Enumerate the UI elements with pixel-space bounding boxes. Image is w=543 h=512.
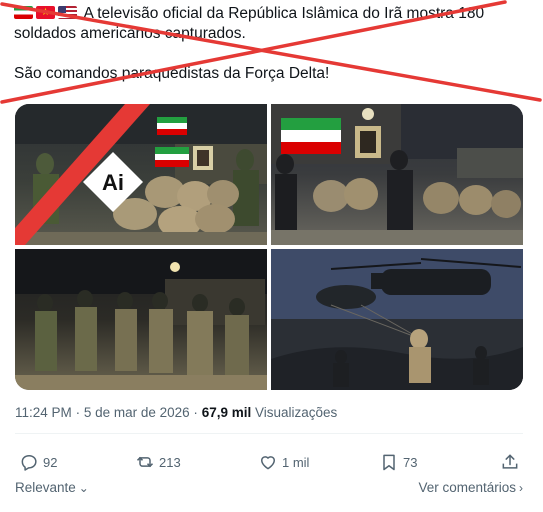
action-bar: 92 213 1 mil 73 [15,451,523,473]
repost-count: 213 [159,454,181,470]
meta-separator-2: · [193,405,198,420]
bookmark-button[interactable]: 73 [379,451,417,473]
sort-label: Relevante [15,480,76,495]
share-icon [502,454,518,469]
media-grid[interactable]: Ai [15,104,523,390]
post-text-first-line: A televisão oficial da República Islâmic… [83,5,485,22]
like-button[interactable]: 1 mil [258,451,309,473]
bookmark-count: 73 [403,454,418,470]
post-date[interactable]: 5 de mar de 2026 [84,405,190,420]
ai-badge: Ai [102,170,124,195]
post-time[interactable]: 11:24 PM [15,405,72,420]
us-flag-icon [58,6,77,19]
media-image-3[interactable] [15,249,267,390]
post-text-third-line: São comandos paraquedistas da Força Delt… [14,65,330,82]
heart-icon [261,456,275,470]
views-count: 67,9 mil [201,405,252,420]
share-button[interactable] [500,451,524,473]
media-image-4[interactable] [271,249,523,390]
chevron-down-icon: ⌄ [78,480,89,495]
meta-separator: · [75,405,81,420]
replies-footer: Relevante ⌄ Ver comentários › [15,480,523,498]
divider [15,433,523,434]
media-image-2[interactable] [271,104,523,245]
iran-flag-icon [14,6,33,19]
media-image-1[interactable]: Ai [15,104,267,245]
see-comments-link[interactable]: Ver comentários › [418,480,523,495]
repost-button[interactable]: 213 [135,451,181,473]
chevron-right-icon: › [519,480,523,495]
see-comments-label: Ver comentários [418,480,516,495]
bookmark-icon [383,454,395,471]
post-text-line-1: A televisão oficial da República Islâmic… [14,4,534,24]
like-count: 1 mil [282,454,310,470]
star-flag-icon [36,6,55,19]
views-label: Visualizações [254,405,338,420]
reply-icon [21,455,37,471]
post-text: A televisão oficial da República Islâmic… [14,4,534,84]
repost-icon [136,456,154,468]
reply-button[interactable]: 92 [19,451,57,473]
post-meta: 11:24 PM · 5 de mar de 2026 · 67,9 mil V… [15,405,337,420]
post-text-second-line: soldados americanos capturados. [14,25,246,42]
sort-dropdown[interactable]: Relevante ⌄ [15,480,89,495]
reply-count: 92 [43,454,58,470]
